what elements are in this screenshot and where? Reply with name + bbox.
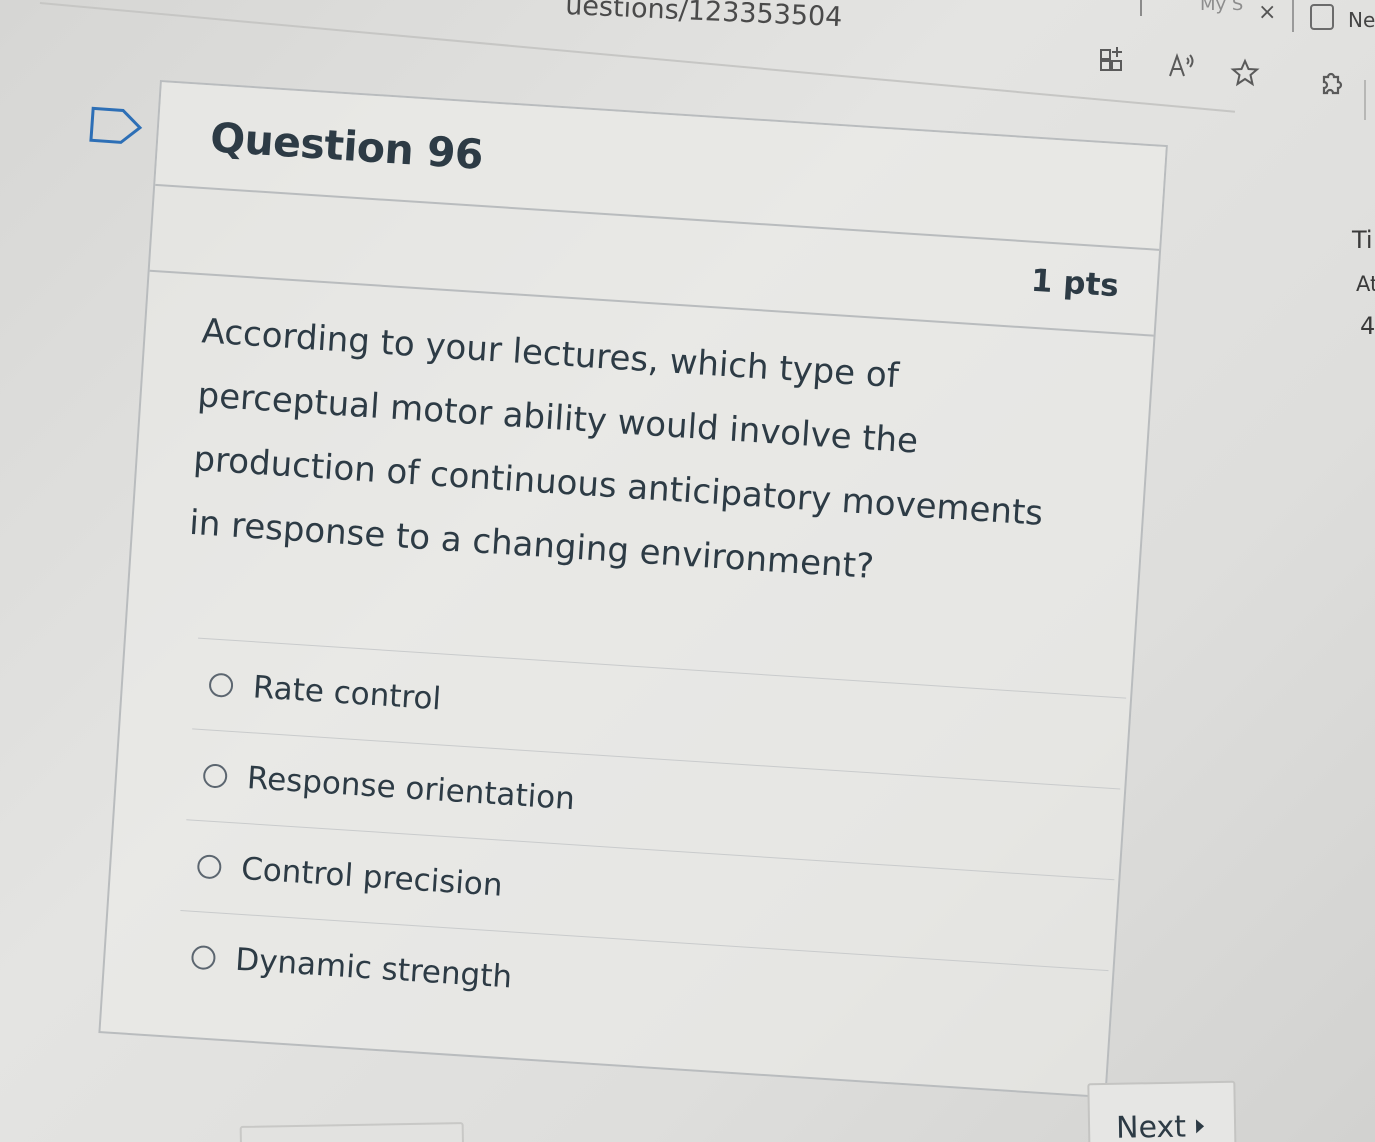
answer-label: Control precision <box>240 850 504 904</box>
question-card: Question 96 1 pts According to your lect… <box>98 80 1168 1099</box>
flag-question-icon[interactable] <box>88 104 144 148</box>
sidebar-time-label: Ti <box>1352 226 1373 254</box>
close-tab-icon[interactable]: × <box>1258 0 1276 25</box>
tab-separator <box>1140 0 1142 16</box>
extensions-icon[interactable] <box>1316 68 1346 98</box>
browser-tab-label[interactable]: My S <box>1200 0 1243 15</box>
answer-label: Rate control <box>251 669 443 718</box>
question-text: According to your lectures, which type o… <box>188 311 1045 588</box>
question-points: 1 pts <box>1029 262 1120 305</box>
answer-label: Response orientation <box>245 760 576 818</box>
favorite-star-icon[interactable] <box>1230 58 1260 88</box>
app-grid-icon[interactable] <box>1098 44 1128 74</box>
next-button[interactable]: Next <box>1087 1080 1237 1142</box>
answer-label: Dynamic strength <box>234 941 514 996</box>
read-aloud-icon[interactable] <box>1166 50 1196 80</box>
caret-right-icon <box>1195 1119 1205 1134</box>
previous-button[interactable] <box>239 1122 465 1142</box>
radio-button[interactable] <box>208 672 234 698</box>
address-bar-url[interactable]: uestions/123353504 <box>565 0 843 33</box>
tab-separator <box>1292 0 1294 32</box>
radio-button[interactable] <box>196 854 223 880</box>
sidebar-attempt-label: At <box>1356 272 1375 296</box>
answer-list: Rate control Response orientation Contro… <box>174 637 1127 1061</box>
new-tab-label[interactable]: Ne <box>1348 8 1375 32</box>
sidebar-time-value: 4 <box>1360 312 1375 340</box>
new-tab-icon[interactable] <box>1310 4 1334 30</box>
next-button-label: Next <box>1115 1109 1187 1142</box>
sidebar-divider <box>1364 80 1366 120</box>
radio-button[interactable] <box>202 763 228 789</box>
question-title: Question 96 <box>208 113 485 179</box>
radio-button[interactable] <box>190 944 217 971</box>
screen: uestions/123353504 My S × Ne Question 96… <box>0 0 1375 1142</box>
